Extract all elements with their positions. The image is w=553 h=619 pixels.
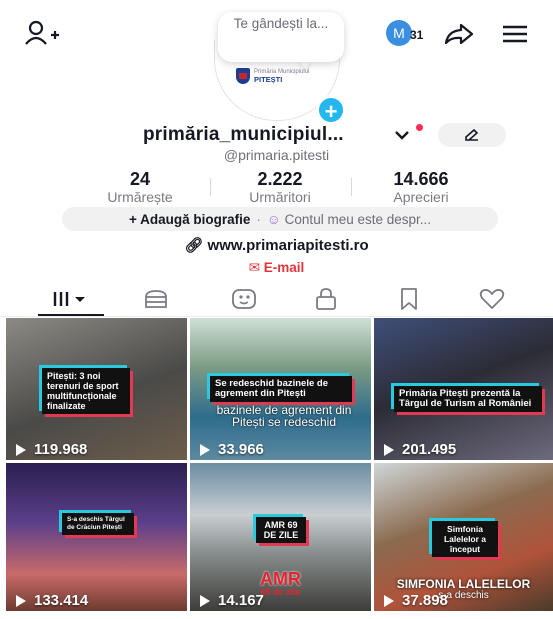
heart-icon xyxy=(479,289,505,309)
link-icon: 🔗︎ xyxy=(184,237,208,254)
tab-private[interactable] xyxy=(306,285,346,313)
video-overlay-text: bazinele de agrement din Pitești se rede… xyxy=(216,403,352,429)
add-user-icon[interactable] xyxy=(22,18,62,48)
video-overlay-text: SIMFONIA LALELELOR xyxy=(396,577,531,591)
video-tile[interactable]: Simfonia Lalelelor a început SIMFONIA LA… xyxy=(374,463,553,611)
play-icon xyxy=(384,443,394,456)
tab-shop[interactable] xyxy=(136,285,176,313)
tab-liked[interactable] xyxy=(472,285,512,313)
video-caption: Primăria Pitești prezentă la Târgul de T… xyxy=(394,386,542,412)
video-tile[interactable]: Se redeschid bazinele de agrement din Pi… xyxy=(190,318,371,460)
stat-followers-label: Urmăritori xyxy=(249,189,311,205)
avatar-logo: Primăria Municipiului PITEȘTI xyxy=(236,68,309,84)
video-views: 14.167 xyxy=(200,592,264,609)
stat-likes-label: Aprecieri xyxy=(393,189,449,205)
tabs-divider xyxy=(0,316,553,317)
bio-separator: · xyxy=(256,211,261,227)
play-icon xyxy=(200,443,210,456)
view-count: 14.167 xyxy=(218,592,264,609)
view-count: 119.968 xyxy=(34,441,88,458)
play-icon xyxy=(200,594,210,607)
notification-avatar[interactable]: M xyxy=(386,20,412,46)
view-count: 37.898 xyxy=(402,592,448,609)
stat-followers[interactable]: 2.222 Urmăritori xyxy=(220,169,340,206)
crest-icon xyxy=(236,68,250,84)
username[interactable]: primăria_municipiul... xyxy=(143,124,344,146)
video-caption: Se redeschid bazinele de agrement din Pi… xyxy=(210,376,352,402)
play-icon xyxy=(16,594,26,607)
reposts-icon xyxy=(232,289,256,309)
thought-bubble[interactable]: Te gândești la... xyxy=(218,12,344,62)
shop-icon xyxy=(145,290,167,308)
add-story-button[interactable]: + xyxy=(316,95,346,125)
stat-following-label: Urmărește xyxy=(107,189,173,205)
thought-bubble-text: Te gândești la... xyxy=(233,16,329,31)
stat-following-value: 24 xyxy=(129,169,151,189)
profile-handle: @primaria.pitesti xyxy=(223,147,330,163)
edit-profile-button[interactable] xyxy=(438,123,506,147)
stat-divider xyxy=(210,178,211,196)
notification-dot xyxy=(416,124,423,131)
tab-reposts[interactable] xyxy=(224,285,264,313)
video-views: 33.966 xyxy=(200,441,264,458)
website-link[interactable]: 🔗︎ www.primariapitesti.ro xyxy=(0,236,553,254)
play-icon xyxy=(384,594,394,607)
bio-pill[interactable]: + Adaugă biografie · ☺ Contul meu este d… xyxy=(62,207,498,231)
smile-icon: ☺ xyxy=(266,211,281,227)
about-text[interactable]: Contul meu este despr... xyxy=(285,212,431,227)
videos-icon xyxy=(53,292,85,306)
stat-likes[interactable]: 14.666 Aprecieri xyxy=(361,169,481,206)
email-button[interactable]: ✉ E-mail xyxy=(0,260,553,276)
email-text: E-mail xyxy=(263,260,305,275)
video-caption: S-a deschis Târgul de Crăciun Pitești xyxy=(62,513,134,535)
video-caption: Pitești: 3 noi terenuri de sport multifu… xyxy=(42,368,130,414)
video-views: 133.414 xyxy=(16,592,88,609)
video-tile[interactable]: AMR 69 DE ZILE AMR 69 de zile 14.167 xyxy=(190,463,371,611)
video-tile[interactable]: Pitești: 3 noi terenuri de sport multifu… xyxy=(6,318,187,460)
tab-favorites[interactable] xyxy=(389,285,429,313)
play-icon xyxy=(16,443,26,456)
menu-icon[interactable] xyxy=(500,22,530,46)
active-tab-indicator xyxy=(38,314,104,316)
lock-icon xyxy=(316,288,336,310)
tab-videos[interactable] xyxy=(51,285,91,313)
view-count: 133.414 xyxy=(34,592,89,609)
video-views: 201.495 xyxy=(384,441,456,458)
view-count: 33.966 xyxy=(218,441,264,458)
logo-line2: PITEȘTI xyxy=(254,75,283,84)
video-tile[interactable]: Primăria Pitești prezentă la Târgul de T… xyxy=(374,318,553,460)
share-icon[interactable] xyxy=(444,22,474,46)
mail-icon: ✉ xyxy=(248,260,264,275)
video-views: 37.898 xyxy=(384,592,448,609)
video-views: 119.968 xyxy=(16,441,87,458)
notification-letter: M xyxy=(393,25,405,41)
stat-followers-value: 2.222 xyxy=(257,169,303,189)
stat-divider xyxy=(351,178,352,196)
notification-count: 31 xyxy=(410,28,424,42)
video-caption: AMR 69 DE ZILE xyxy=(256,517,306,543)
website-text: www.primariapitesti.ro xyxy=(207,237,369,254)
video-caption: Simfonia Lalelelor a început xyxy=(432,521,498,557)
add-bio-button[interactable]: + Adaugă biografie xyxy=(129,212,250,227)
view-count: 201.495 xyxy=(402,441,457,458)
bookmark-icon xyxy=(401,288,417,310)
stat-likes-value: 14.666 xyxy=(393,169,449,189)
chevron-down-icon[interactable] xyxy=(392,127,412,143)
stat-following[interactable]: 24 Urmărește xyxy=(80,169,200,206)
video-tile[interactable]: S-a deschis Târgul de Crăciun Pitești 13… xyxy=(6,463,187,611)
